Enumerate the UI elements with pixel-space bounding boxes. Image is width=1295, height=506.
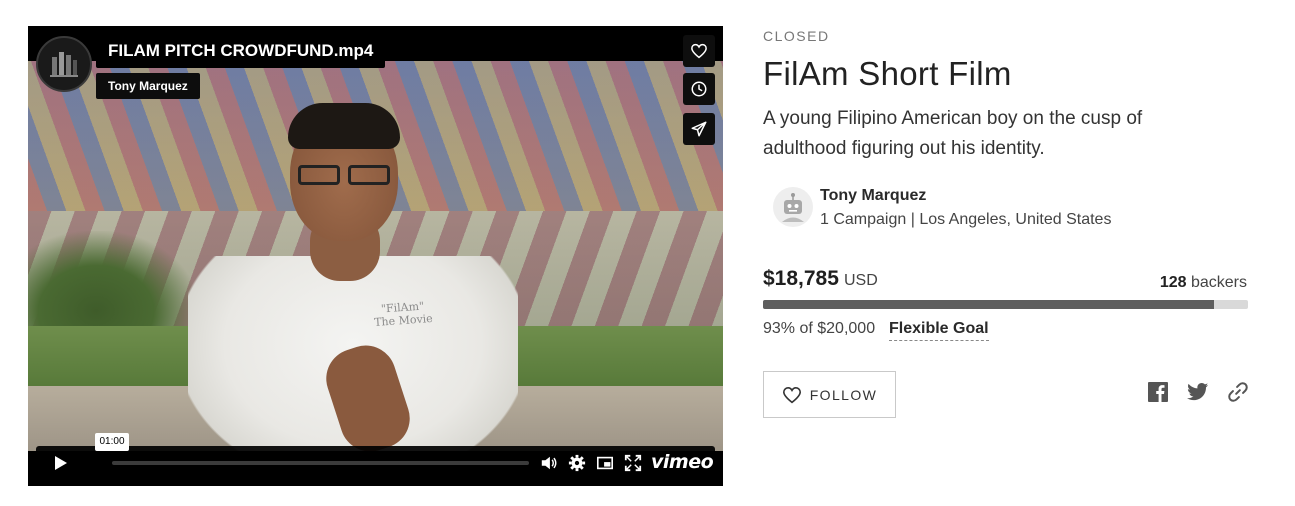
building-logo-icon — [50, 52, 78, 77]
backers-count: 128 backers — [1100, 274, 1247, 292]
campaign-status: CLOSED — [763, 28, 830, 44]
heart-outline-icon — [782, 386, 801, 403]
time-tooltip: 01:00 — [95, 433, 129, 451]
follow-button[interactable]: FOLLOW — [763, 371, 896, 418]
goal-type-link[interactable]: Flexible Goal — [889, 320, 989, 341]
paper-plane-icon — [691, 121, 707, 137]
campaign-description: A young Filipino American boy on the cus… — [763, 108, 1143, 159]
vimeo-logo[interactable]: vimeo — [651, 451, 714, 473]
owner-avatar[interactable] — [773, 187, 813, 227]
amount-raised: $18,785 — [763, 267, 839, 290]
pip-icon[interactable] — [596, 454, 614, 472]
video-owner-link[interactable]: Tony Marquez — [96, 73, 200, 99]
heart-icon — [691, 43, 707, 59]
funding-progress-bar — [763, 300, 1248, 309]
share-video-button[interactable] — [683, 113, 715, 145]
settings-icon[interactable] — [568, 454, 586, 472]
twitter-icon[interactable] — [1187, 381, 1209, 403]
volume-icon[interactable] — [540, 454, 558, 472]
funding-percent: 93% of $20,000 — [763, 320, 876, 337]
owner-name-link[interactable]: Tony Marquez — [820, 187, 926, 205]
robot-avatar-icon — [782, 193, 804, 222]
backers-label: backers — [1190, 274, 1247, 291]
glasses — [294, 165, 394, 187]
funding-progress-fill — [763, 300, 1215, 309]
owner-meta: 1 Campaign | Los Angeles, United States — [820, 211, 1112, 228]
campaign-title: FilAm Short Film — [763, 55, 1012, 92]
facebook-icon[interactable] — [1147, 381, 1169, 403]
video-controls: vimeo — [36, 446, 715, 479]
watch-later-button[interactable] — [683, 73, 715, 105]
like-button[interactable] — [683, 35, 715, 67]
person-hair — [288, 103, 400, 149]
video-player[interactable]: "FilAm" The Movie FILAM PITCH CROWDFUND.… — [28, 26, 723, 486]
play-icon[interactable] — [50, 453, 70, 473]
channel-logo[interactable] — [36, 36, 92, 92]
currency-label: USD — [844, 272, 878, 289]
video-frame[interactable]: "FilAm" The Movie — [28, 61, 723, 451]
clock-icon — [691, 81, 707, 97]
follow-label: FOLLOW — [809, 386, 878, 403]
backers-number: 128 — [1159, 274, 1187, 291]
fullscreen-icon[interactable] — [624, 454, 642, 472]
video-title[interactable]: FILAM PITCH CROWDFUND.mp4 — [96, 36, 386, 68]
link-icon[interactable] — [1227, 381, 1249, 403]
shirt-print: "FilAm" The Movie — [367, 299, 439, 330]
video-progress-bar[interactable] — [112, 461, 529, 465]
